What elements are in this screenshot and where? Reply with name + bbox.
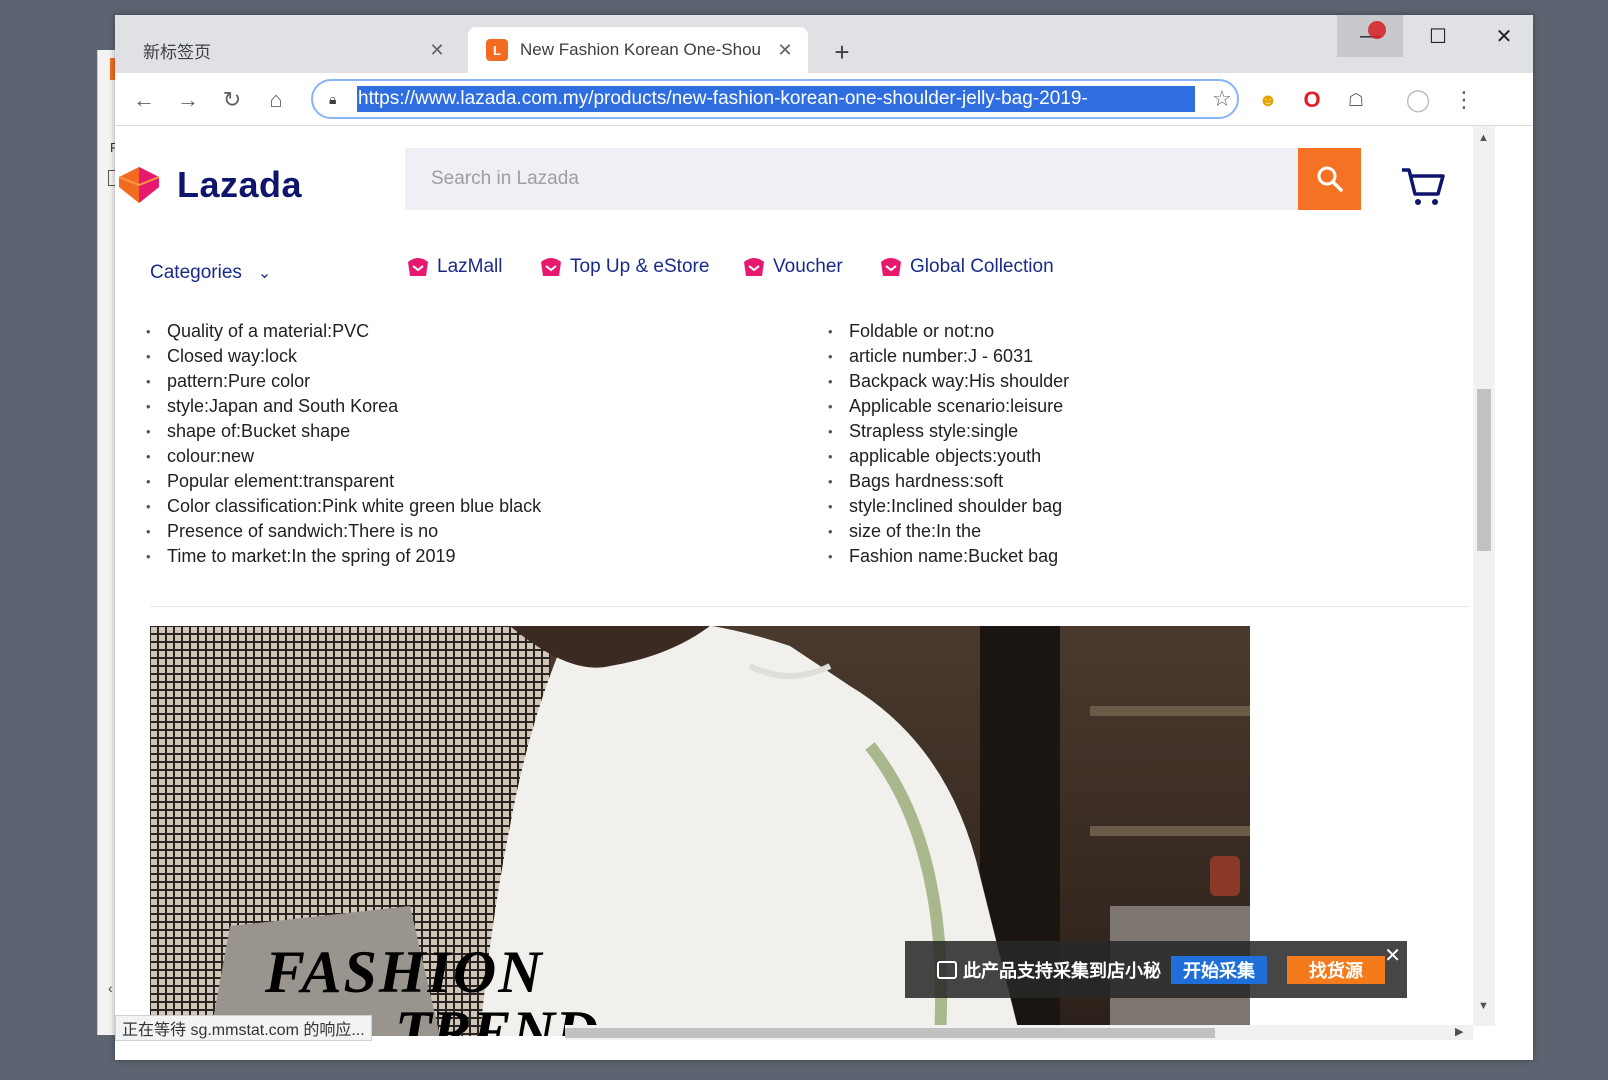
nav-voucher[interactable]: Voucher [741,256,843,278]
status-bar: 正在等待 sg.mmstat.com 的响应... [115,1015,372,1041]
vertical-scrollbar[interactable]: ▲ ▼ [1473,126,1495,1026]
lazada-favicon-icon: L [486,39,508,61]
page-content: Lazada Search in Lazada Categories ⌄ Laz… [115,126,1533,1040]
spec-item: size of the:In the [828,519,1069,544]
bookmark-star-icon[interactable]: ☆ [1207,86,1237,112]
search-icon [1317,166,1343,192]
cart-icon[interactable] [1400,164,1446,208]
specs-left-column: Quality of a material:PVC Closed way:loc… [146,319,541,569]
spec-item: Popular element:transparent [146,469,541,494]
spec-item: Presence of sandwich:There is no [146,519,541,544]
spec-item: shape of:Bucket shape [146,419,541,444]
spec-item: Foldable or not:no [828,319,1069,344]
menu-dots-icon[interactable]: ⋮ [1449,85,1479,115]
specs-right-column: Foldable or not:no article number:J - 60… [828,319,1069,569]
address-bar[interactable]: 🔒︎ https://www.lazada.com.my/products/ne… [311,79,1239,119]
search-button[interactable] [1298,148,1361,210]
vertical-scroll-thumb[interactable] [1477,389,1491,551]
popup-close-icon[interactable]: ✕ [1384,943,1401,968]
collector-popup: 此产品支持采集到店小秘 开始采集 找货源 ✕ [905,941,1407,998]
nav-lazmall[interactable]: LazMall [405,256,502,278]
spec-item: style:Japan and South Korea [146,394,541,419]
image-caption-line1: FASHION [265,939,544,1005]
lock-icon[interactable]: 🔒︎ [329,91,345,108]
categories-label: Categories [150,262,242,283]
profile-avatar-icon[interactable]: ◯ [1403,85,1433,115]
robot-icon [937,960,957,979]
spec-item: Strapless style:single [828,419,1069,444]
nav-label: Global Collection [910,256,1054,277]
search-input[interactable]: Search in Lazada [405,148,1298,210]
browser-toolbar: ← → ↻ ⌂ 🔒︎ https://www.lazada.com.my/pro… [115,73,1533,126]
category-bar: Categories ⌄ LazMall Top Up & eStore Vou… [115,236,1515,296]
opera-extension-icon[interactable]: O [1297,85,1327,115]
start-collect-button[interactable]: 开始采集 [1171,955,1267,984]
tab-title: New Fashion Korean One-Shou [520,40,761,59]
spec-item: Closed way:lock [146,344,541,369]
nav-label: LazMall [437,256,503,277]
new-tab-button[interactable]: + [827,37,857,68]
address-url[interactable]: https://www.lazada.com.my/products/new-f… [357,86,1195,112]
background-scroll-arrow: ‹ [108,980,113,996]
popup-message: 此产品支持采集到店小秘 [963,960,1161,981]
spec-item: applicable objects:youth [828,444,1069,469]
logo-text: Lazada [177,164,303,205]
close-window-button[interactable]: ✕ [1471,15,1533,57]
robot-extension-icon[interactable]: ☖ [1341,85,1371,115]
lazmall-bag-icon [408,258,428,276]
nav-label: Top Up & eStore [570,256,710,277]
spec-item: Backpack way:His shoulder [828,369,1069,394]
scroll-down-icon[interactable]: ▼ [1478,1000,1489,1012]
chevron-down-icon: ⌄ [257,265,272,282]
horizontal-scroll-thumb[interactable] [565,1028,1215,1038]
spec-item: Bags hardness:soft [828,469,1069,494]
lazada-heart-icon [118,167,160,203]
scroll-right-icon[interactable]: ▶ [1455,1025,1463,1038]
spec-item: article number:J - 6031 [828,344,1069,369]
spec-item: style:Inclined shoulder bag [828,494,1069,519]
spec-item: Applicable scenario:leisure [828,394,1069,419]
tab-title: 新标签页 [143,42,211,62]
maximize-button[interactable]: ☐ [1405,15,1471,57]
spec-item: colour:new [146,444,541,469]
tab-lazada-product[interactable]: L New Fashion Korean One-Shou ✕ [468,27,808,73]
home-button[interactable]: ⌂ [259,83,293,117]
tab-close-icon[interactable]: ✕ [770,40,800,61]
scroll-up-icon[interactable]: ▲ [1478,132,1489,144]
back-button[interactable]: ← [127,83,161,117]
voucher-bag-icon [744,258,764,276]
lazada-logo[interactable]: Lazada [115,164,302,206]
global-bag-icon [881,258,901,276]
spec-item: Quality of a material:PVC [146,319,541,344]
nav-topup-estore[interactable]: Top Up & eStore [538,256,709,278]
horizontal-scrollbar[interactable]: ▶ [565,1025,1473,1040]
browser-window: 新标签页 ✕ L New Fashion Korean One-Shou ✕ +… [115,15,1533,1060]
search-placeholder: Search in Lazada [431,168,579,189]
spec-item: pattern:Pure color [146,369,541,394]
section-divider [150,606,1470,607]
topup-bag-icon [541,258,561,276]
tab-close-icon[interactable]: ✕ [422,40,452,61]
forward-button[interactable]: → [171,83,205,117]
spec-item: Time to market:In the spring of 2019 [146,544,541,569]
reload-button[interactable]: ↻ [215,83,249,117]
tab-new-tab[interactable]: 新标签页 ✕ [115,27,460,73]
extension-face-icon[interactable]: ☻ [1253,85,1283,115]
spec-item: Fashion name:Bucket bag [828,544,1069,569]
nav-global-collection[interactable]: Global Collection [878,256,1054,278]
categories-dropdown[interactable]: Categories ⌄ [150,262,271,284]
site-header: Lazada Search in Lazada Categories ⌄ Laz… [115,126,1515,306]
cursor-highlight [1368,21,1386,39]
find-source-button[interactable]: 找货源 [1287,955,1385,984]
spec-item: Color classification:Pink white green bl… [146,494,541,519]
nav-label: Voucher [773,256,843,277]
tab-strip: 新标签页 ✕ L New Fashion Korean One-Shou ✕ +… [115,15,1533,73]
